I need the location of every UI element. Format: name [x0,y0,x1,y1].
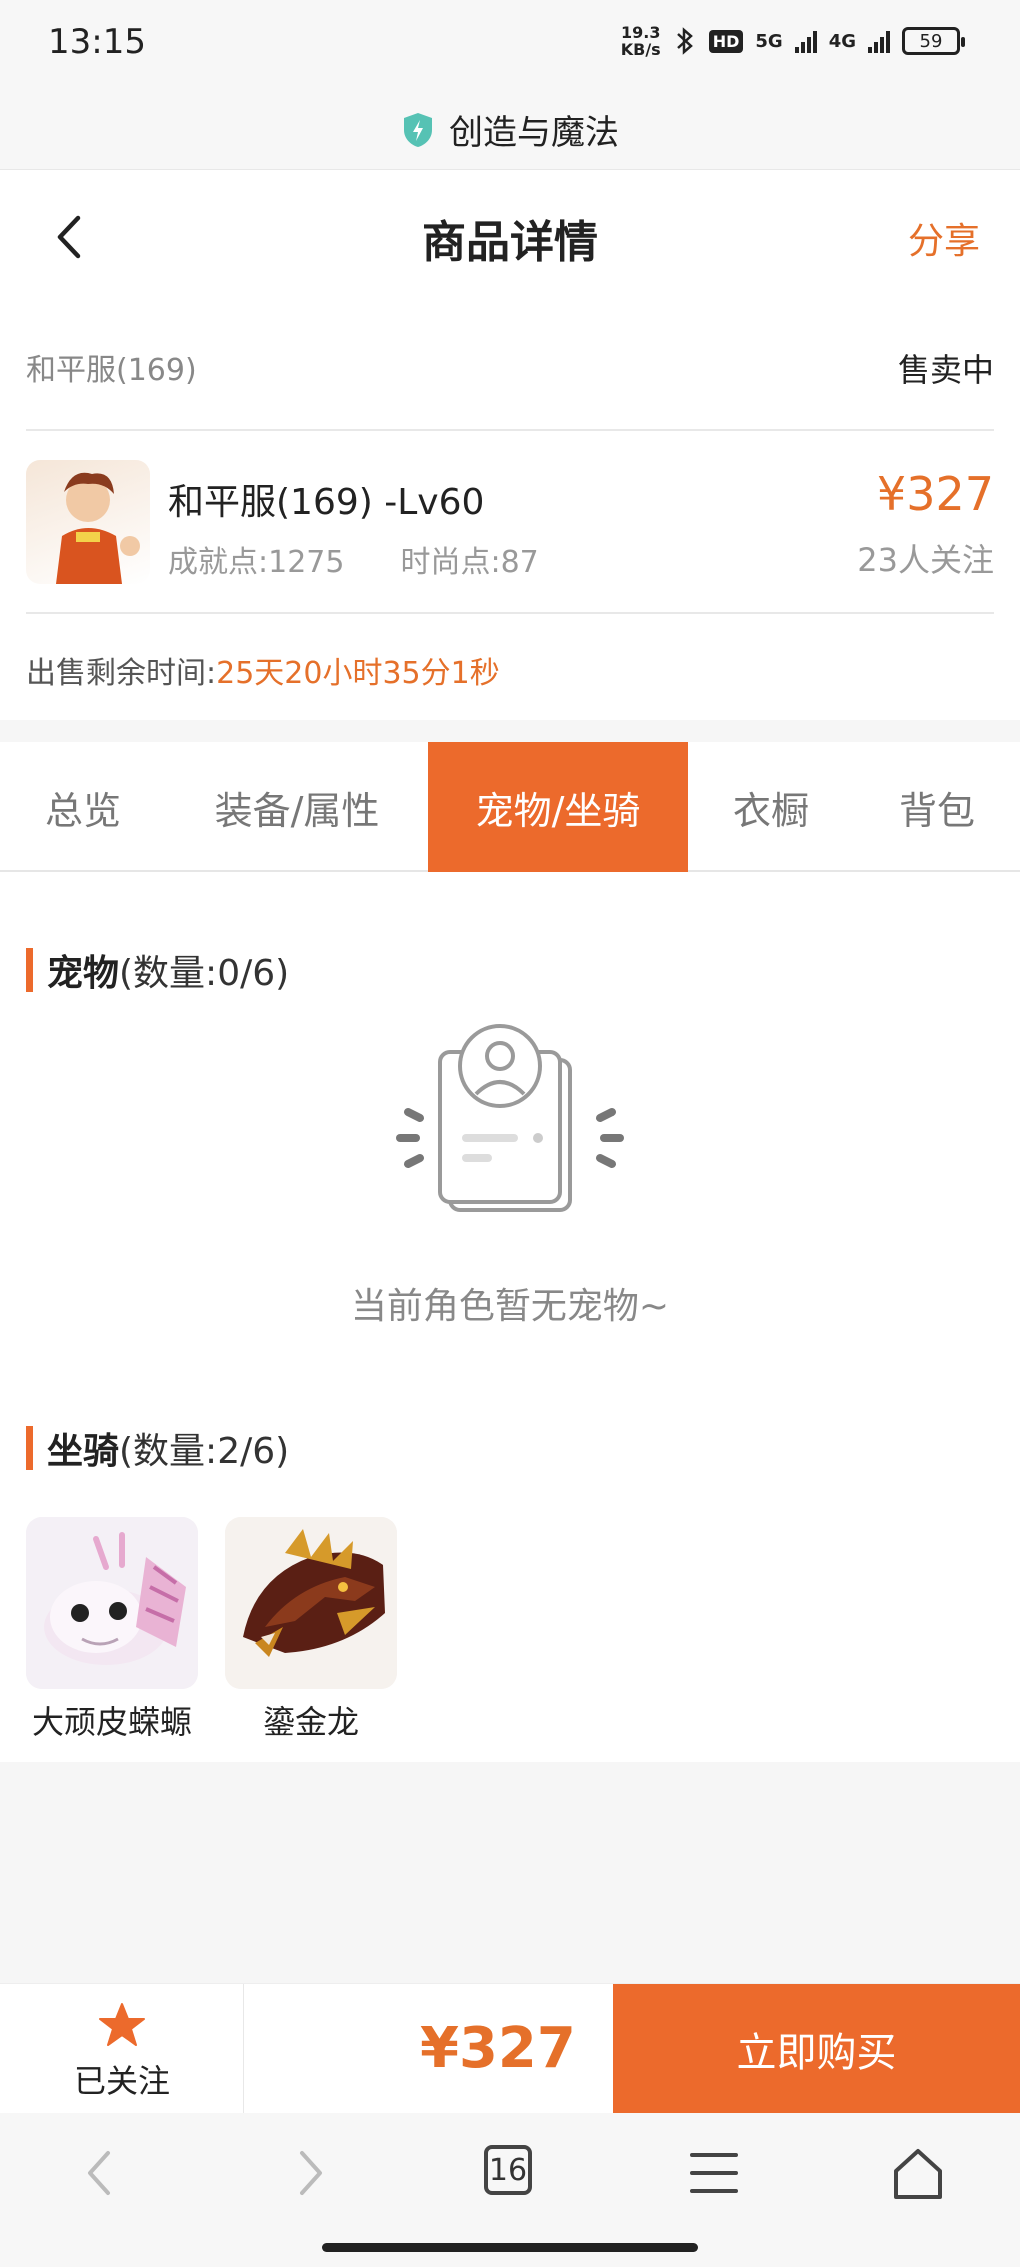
shield-lightning-icon [404,112,432,147]
item-summary: 和平服(169) 售卖中 和平服(169) -Lv60 成就点:1275 时尚点:… [0,305,1020,720]
pets-empty-message: 当前角色暂无宠物~ [350,1286,670,1327]
sale-status: 售卖中 [897,351,994,389]
browser-nav-bar: 16 [0,2113,1020,2267]
axolotl-mount-icon [26,1517,198,1689]
mount-item[interactable]: 鎏金龙 [225,1517,397,1743]
mount-item[interactable]: 大顽皮蝾螈 [26,1517,198,1743]
tabs-count-button[interactable]: 16 [484,2145,532,2195]
divider [26,612,994,614]
share-button[interactable]: 分享 [908,212,980,264]
character-portrait-icon [56,472,140,584]
page-title: 商品详情 [422,217,598,268]
tab-wardrobe[interactable]: 衣橱 [688,742,854,872]
tab-pets-mounts[interactable]: 宠物/坐骑 [428,742,688,872]
mount-name: 大顽皮蝾螈 [31,1703,192,1741]
browser-forward-icon[interactable] [280,2143,340,2203]
menu-icon[interactable] [684,2143,744,2203]
clock: 13:15 [48,22,146,62]
hd-voice-badge: HD [708,29,744,53]
section-accent-bar [26,1426,33,1470]
signal-bars-icon [794,29,817,53]
achievement-points: 成就点:1275 [168,545,345,580]
network-speed: 19.3 KB/s [620,23,661,59]
fashion-points: 时尚点:87 [400,545,539,580]
browser-back-icon[interactable] [70,2143,130,2203]
item-price: ¥327 [876,467,994,521]
bottom-action-bar: 已关注 ¥327 立即购买 [0,1983,1020,2114]
home-indicator[interactable] [322,2243,698,2252]
time-left-value: 25天20小时35分1秒 [216,656,500,691]
character-avatar [26,460,150,584]
mount-thumbnail [26,1517,198,1689]
bluetooth-icon [676,27,693,55]
character-stats: 成就点:1275 时尚点:87 [168,537,539,581]
mounts-section-title: 坐骑 (数量:2/6) [26,1422,289,1474]
buy-now-button[interactable]: 立即购买 [613,1984,1020,2114]
dragon-mount-icon [225,1517,397,1689]
page-header: 商品详情 分享 [0,170,1020,305]
pets-mounts-panel: 宠物 (数量:0/6) 当前角色暂无宠物~ 坐骑 (数量:2/6) 大顽皮蝾螈 … [0,872,1020,1762]
section-accent-bar [26,948,33,992]
pets-section-title: 宠物 (数量:0/6) [26,944,289,996]
star-icon [99,2003,145,2046]
app-title-bar: 创造与魔法 [0,90,1020,170]
detail-tabs: 总览 装备/属性 宠物/坐骑 衣橱 背包 [0,742,1020,872]
divider [26,429,994,431]
signal-4g-label: 4G [828,30,856,52]
signal-bars-icon-2 [868,29,890,53]
bottom-price: ¥327 [420,2016,576,2081]
follow-label: 已关注 [73,2062,170,2100]
character-name: 和平服(169) -Lv60 [168,482,485,523]
battery-icon: 59 [902,27,965,55]
home-icon[interactable] [888,2143,948,2203]
tab-equipment[interactable]: 装备/属性 [166,742,428,872]
tab-backpack[interactable]: 背包 [854,742,1020,872]
mount-thumbnail [225,1517,397,1689]
follow-button[interactable]: 已关注 [0,1984,244,2114]
status-icons: 19.3 KB/s HD 5G 4G 59 [620,23,965,59]
empty-profile-card-icon [396,1024,624,1212]
status-bar: 13:15 19.3 KB/s HD 5G 4G 59 [0,0,1020,90]
server-name: 和平服(169) [26,353,197,388]
sale-time-remaining: 出售剩余时间:25天20小时35分1秒 [26,656,500,691]
app-title: 创造与魔法 [449,113,619,153]
signal-5g-label: 5G [755,30,783,52]
mount-name: 鎏金龙 [262,1703,359,1741]
followers-count: 23人关注 [857,541,994,579]
tab-overview[interactable]: 总览 [0,742,166,872]
